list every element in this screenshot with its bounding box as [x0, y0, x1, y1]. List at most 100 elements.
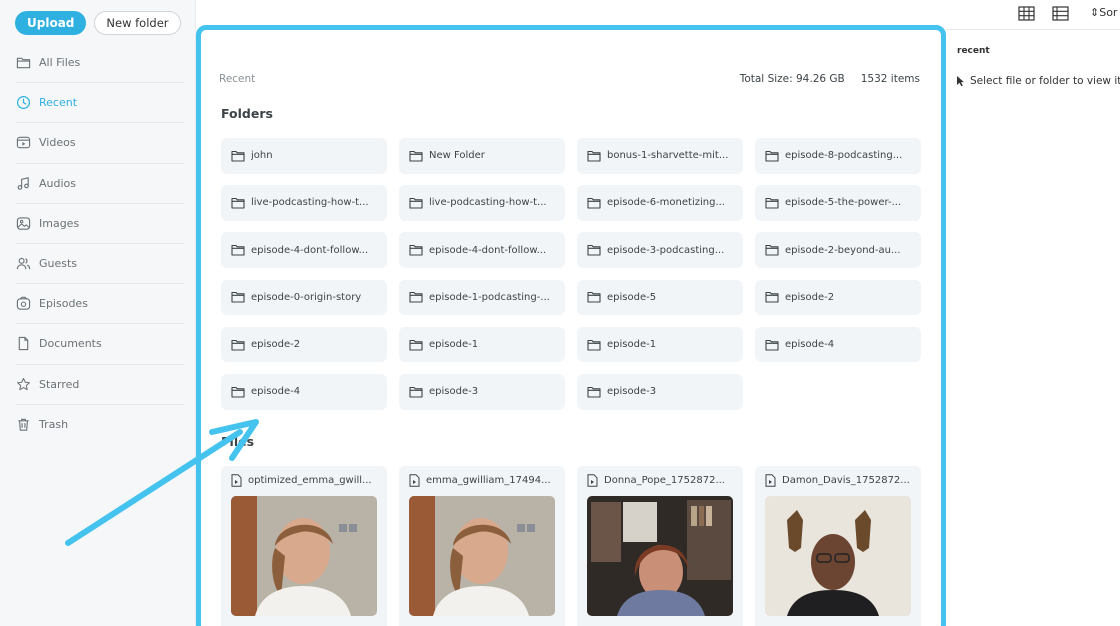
folder-item[interactable]: episode-6-monetizing... — [577, 185, 743, 221]
sidebar-item-documents[interactable]: Documents — [16, 324, 184, 365]
users-icon — [16, 256, 31, 271]
folder-item[interactable]: bonus-1-sharvette-mit... — [577, 138, 743, 174]
folder-name: bonus-1-sharvette-mit... — [607, 150, 729, 162]
folder-item[interactable]: episode-3 — [577, 373, 743, 410]
star-icon — [16, 377, 31, 392]
file-card[interactable]: Donna_Pope_1752872... — [577, 466, 743, 626]
list-view-icon[interactable] — [1052, 6, 1069, 21]
sidebar-item-label: Trash — [39, 418, 69, 432]
sort-icon: ⇕ — [1090, 6, 1100, 19]
file-name: emma_gwilliam_17494... — [426, 475, 551, 486]
sidebar-item-label: Episodes — [39, 297, 88, 311]
folder-icon — [409, 292, 423, 303]
sidebar-item-all-files[interactable]: All Files — [16, 43, 184, 84]
folder-item[interactable]: episode-0-origin-story — [221, 279, 387, 316]
trash-icon — [16, 417, 31, 432]
folder-item[interactable]: episode-3-podcasting... — [577, 232, 743, 268]
folder-icon — [587, 245, 601, 256]
file-name: Damon_Davis_1752872... — [782, 475, 910, 486]
video-thumbnail[interactable] — [409, 496, 555, 616]
folder-item[interactable]: episode-4-dont-follow... — [399, 232, 565, 268]
sidebar-item-episodes[interactable]: Episodes — [16, 284, 184, 325]
details-panel: ⇕Sor recent Select file or folder to vie… — [946, 0, 1120, 626]
folders-grid: john New Folder bonus-1-sharvette-mit... ep… — [221, 138, 921, 410]
folder-item[interactable]: episode-4 — [755, 326, 921, 363]
video-thumbnail[interactable] — [231, 496, 377, 616]
sidebar-item-label: Recent — [39, 96, 78, 110]
sidebar-actions: Upload New folder — [0, 0, 195, 35]
folders-heading: Folders — [221, 106, 273, 121]
cursor-icon — [957, 76, 964, 87]
folder-icon — [765, 197, 779, 209]
files-heading: Files — [221, 434, 255, 449]
file-card[interactable]: optimized_emma_gwill... — [221, 466, 387, 626]
sidebar-item-label: Audios — [39, 176, 76, 190]
file-card[interactable]: Damon_Davis_1752872... — [755, 466, 921, 626]
new-folder-button[interactable]: New folder — [94, 11, 181, 35]
folder-item[interactable]: episode-5 — [577, 279, 743, 316]
folder-name: episode-4-dont-follow... — [251, 244, 369, 256]
folder-name: episode-2 — [251, 339, 301, 351]
folder-icon — [765, 292, 779, 303]
folder-item[interactable]: New Folder — [399, 138, 565, 174]
folder-icon — [587, 197, 601, 209]
folder-name: episode-1-podcasting-... — [429, 291, 550, 303]
folder-item[interactable]: episode-1 — [577, 326, 743, 363]
video-thumbnail[interactable] — [587, 496, 733, 616]
folder-icon — [587, 292, 601, 303]
sidebar-item-videos[interactable]: Videos — [16, 123, 184, 164]
folder-name: episode-2 — [785, 291, 835, 303]
folder-item[interactable]: episode-3 — [399, 373, 565, 410]
file-header: Damon_Davis_1752872... — [765, 474, 911, 487]
folder-name: episode-3 — [607, 386, 657, 398]
upload-button[interactable]: Upload — [15, 11, 87, 35]
folder-item[interactable]: episode-2 — [755, 279, 921, 316]
folder-name: episode-5 — [607, 291, 657, 303]
folder-icon — [409, 197, 423, 209]
details-title: recent — [957, 46, 990, 56]
sidebar-item-audios[interactable]: Audios — [16, 164, 184, 204]
folder-name: episode-5-the-power-... — [785, 197, 902, 209]
sidebar-item-recent[interactable]: Recent — [16, 83, 184, 124]
folder-icon — [231, 386, 245, 398]
sidebar-item-label: Starred — [39, 377, 80, 391]
folder-name: episode-0-origin-story — [251, 291, 362, 303]
view-toolbar: ⇕Sor — [946, 0, 1120, 30]
folder-item[interactable]: episode-4-dont-follow... — [221, 232, 387, 268]
file-header: Donna_Pope_1752872... — [587, 474, 733, 487]
folder-icon — [409, 339, 423, 351]
sidebar-item-label: Documents — [39, 337, 102, 351]
folder-name: live-podcasting-how-t... — [429, 197, 547, 209]
folder-item[interactable]: episode-1-podcasting-... — [399, 279, 565, 316]
folder-item[interactable]: john — [221, 138, 387, 174]
folder-icon — [587, 150, 601, 162]
folder-item[interactable]: episode-5-the-power-... — [755, 185, 921, 221]
sidebar-item-trash[interactable]: Trash — [16, 405, 184, 445]
folder-icon — [231, 150, 245, 162]
folder-item[interactable]: episode-4 — [221, 373, 387, 410]
folder-item[interactable]: episode-2 — [221, 326, 387, 363]
folder-name: episode-1 — [429, 339, 479, 351]
folder-name: episode-8-podcasting... — [785, 150, 903, 162]
file-header: emma_gwilliam_17494... — [409, 474, 555, 487]
sidebar-item-label: Images — [39, 216, 80, 230]
document-icon — [16, 336, 31, 351]
file-card[interactable]: emma_gwilliam_17494... — [399, 466, 565, 626]
folder-item[interactable]: episode-1 — [399, 326, 565, 363]
sidebar-item-starred[interactable]: Starred — [16, 365, 184, 405]
breadcrumb[interactable]: Recent — [219, 73, 255, 85]
sidebar-item-guests[interactable]: Guests — [16, 244, 184, 285]
folder-name: john — [251, 150, 273, 162]
sidebar-item-images[interactable]: Images — [16, 204, 184, 244]
video-thumbnail[interactable] — [765, 496, 911, 616]
item-count: 1532 items — [860, 73, 920, 85]
folder-item[interactable]: episode-2-beyond-au... — [755, 232, 921, 268]
sidebar-nav: All Files Recent Videos Audios Images Gu… — [16, 43, 184, 445]
folder-icon — [16, 55, 31, 70]
grid-view-icon[interactable] — [1018, 6, 1035, 21]
folder-icon — [587, 339, 601, 351]
sort-button[interactable]: ⇕Sor — [1090, 6, 1117, 19]
folder-item[interactable]: live-podcasting-how-t... — [221, 185, 387, 221]
folder-item[interactable]: live-podcasting-how-t... — [399, 185, 565, 221]
folder-item[interactable]: episode-8-podcasting... — [755, 138, 921, 174]
